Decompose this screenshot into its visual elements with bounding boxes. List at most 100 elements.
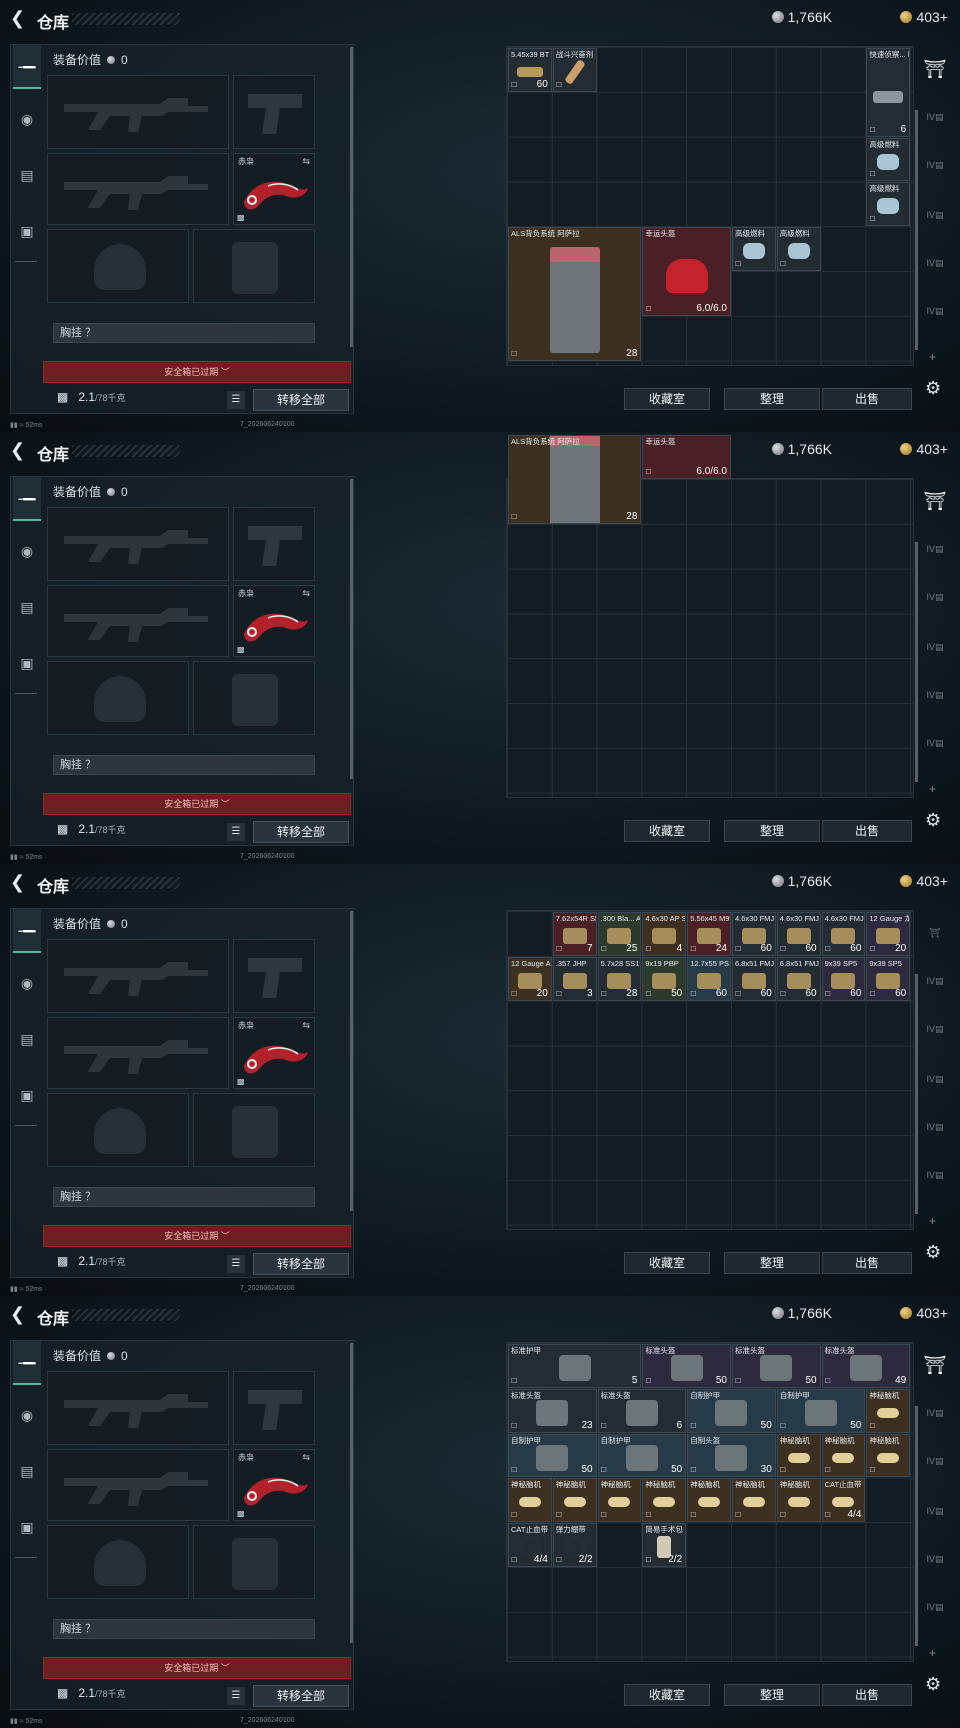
chest-rig-slot[interactable]: 胸挂 ？ (53, 755, 315, 775)
stash-item[interactable]: 5.45x39 BT 60 ☐ (508, 48, 552, 92)
transfer-all-button[interactable]: 转移全部 (253, 1253, 349, 1275)
stash-page-4[interactable]: IV▤ (922, 202, 948, 228)
organize-button[interactable]: 整理 (724, 1684, 820, 1706)
primary-weapon-slot[interactable] (47, 75, 229, 149)
organize-button[interactable]: 整理 (724, 1252, 820, 1274)
sell-button[interactable]: 出售 (822, 1252, 912, 1274)
stash-item[interactable]: 4.6x30 FMJ SX 60 ☐ (776, 912, 821, 956)
add-page-icon[interactable]: + (929, 1214, 936, 1228)
safebox-expired-banner[interactable]: 安全箱已过期 ﹀ (43, 1225, 351, 1247)
tab-helmet[interactable]: ◉ (13, 97, 41, 141)
tab-weapons[interactable]: ╼━ (13, 477, 41, 521)
melee-slot[interactable]: 赤枭 ⇆ ▩ (233, 153, 315, 225)
stash-item[interactable]: 6.8x51 FMJ 60 ☐ (732, 956, 776, 1001)
list-button[interactable]: ☰ (227, 1255, 245, 1273)
secondary-rifle-slot[interactable] (47, 585, 229, 657)
stash-page-4[interactable]: IV▤ (922, 634, 948, 660)
stash-item[interactable]: .357 JHP 3 ☐ (552, 956, 597, 1001)
transfer-all-button[interactable]: 转移全部 (253, 389, 349, 411)
transfer-all-button[interactable]: 转移全部 (253, 821, 349, 843)
stash-item[interactable]: 幸运头盔 6.0/6.0 ☐ (642, 435, 731, 479)
secondary-weapon-slot[interactable] (233, 507, 315, 581)
chest-rig-slot[interactable]: 胸挂 ？ (53, 323, 315, 343)
gold-currency[interactable]: 403+ (900, 1305, 948, 1321)
swap-icon[interactable]: ⇆ (302, 1452, 310, 1463)
stash-item[interactable]: 9x39 SP5 60 ☐ (866, 956, 911, 1001)
helmet-slot[interactable] (47, 661, 189, 735)
stash-item[interactable]: 12.7x55 PS12B 60 ☐ (687, 956, 731, 1001)
safebox-expired-banner[interactable]: 安全箱已过期 ﹀ (43, 1657, 351, 1679)
stash-item[interactable]: 5.56x45 M995 24 ☐ (687, 912, 731, 956)
stash-item[interactable]: 神秘脑机 ☐ (776, 1478, 821, 1523)
chest-rig-slot[interactable]: 胸挂 ？ (53, 1619, 315, 1639)
secondary-weapon-slot[interactable] (233, 939, 315, 1013)
sell-button[interactable]: 出售 (822, 820, 912, 842)
helmet-slot[interactable] (47, 1525, 189, 1599)
stash-page-6[interactable]: IV▤ (922, 1594, 948, 1620)
list-button[interactable]: ☰ (227, 1687, 245, 1705)
armor-slot[interactable] (193, 229, 315, 303)
stash-item[interactable]: 5.7x28 SS190 28 ☐ (597, 956, 642, 1001)
back-arrow-icon[interactable]: ❮ (10, 872, 25, 893)
tab-armor[interactable]: ▤ (13, 153, 41, 197)
stash-item[interactable]: 战斗兴奋剂 ☐ (552, 48, 597, 92)
tab-helmet[interactable]: ◉ (13, 529, 41, 573)
tab-armor[interactable]: ▤ (13, 1017, 41, 1061)
stash-item[interactable]: 自制护甲 50 ☐ (597, 1433, 687, 1478)
stash-page-2[interactable]: IV▤ (922, 104, 948, 130)
sell-button[interactable]: 出售 (822, 388, 912, 410)
stash-item[interactable]: 神秘脑机 ☐ (866, 1388, 911, 1433)
stash-item[interactable]: 标准护甲 5 ☐ (508, 1344, 642, 1388)
stash-item[interactable]: .300 Bla... AP 25 ☐ (597, 912, 642, 956)
stash-item[interactable]: 12 Gauge AP-20 20 ☐ (508, 956, 552, 1001)
swap-icon[interactable]: ⇆ (302, 588, 310, 599)
back-arrow-icon[interactable]: ❮ (10, 440, 25, 461)
tab-backpack[interactable]: ▣ (13, 1505, 41, 1549)
stash-item[interactable]: CAT止血带 4/4 ☐ (821, 1478, 866, 1523)
gold-currency[interactable]: 403+ (900, 873, 948, 889)
stash-page-5[interactable]: IV▤ (922, 682, 948, 708)
tab-weapons[interactable]: ╼━ (13, 1341, 41, 1385)
stash-page-3[interactable]: IV▤ (922, 584, 948, 610)
add-page-icon[interactable]: + (929, 1646, 936, 1660)
stash-icon[interactable]: ⛩ (922, 488, 948, 514)
collection-button[interactable]: 收藏室 (624, 388, 710, 410)
collection-button[interactable]: 收藏室 (624, 1252, 710, 1274)
tab-helmet[interactable]: ◉ (13, 961, 41, 1005)
tab-armor[interactable]: ▤ (13, 1449, 41, 1493)
gear-icon[interactable]: ⚙ (925, 1242, 941, 1263)
stash-item[interactable]: 神秘脑机 ☐ (552, 1478, 597, 1523)
stash-item[interactable]: 标准头盔 49 ☐ (821, 1344, 911, 1388)
helmet-slot[interactable] (47, 229, 189, 303)
tab-weapons[interactable]: ╼━ (13, 45, 41, 89)
armor-slot[interactable] (193, 1093, 315, 1167)
secondary-weapon-slot[interactable] (233, 75, 315, 149)
equipment-scrollbar[interactable] (350, 47, 353, 347)
stash-item[interactable]: 7.62x54R SNB 7 ☐ (552, 912, 597, 956)
stash-page-2[interactable]: IV▤ (922, 1400, 948, 1426)
stash-item[interactable]: 6.8x51 FMJ 60 ☐ (776, 956, 821, 1001)
gear-icon[interactable]: ⚙ (925, 1674, 941, 1695)
stash-scrollbar[interactable] (915, 1406, 918, 1646)
stash-item[interactable]: 自制护甲 50 ☐ (687, 1388, 776, 1433)
stash-item[interactable]: 神秘脑机 ☐ (642, 1478, 687, 1523)
swap-icon[interactable]: ⇆ (302, 1020, 310, 1031)
stash-item[interactable]: 神秘脑机 ☐ (821, 1433, 866, 1478)
stash-item[interactable]: 神秘脑机 ☐ (732, 1478, 776, 1523)
back-arrow-icon[interactable]: ❮ (10, 8, 25, 29)
collection-button[interactable]: 收藏室 (624, 820, 710, 842)
stash-item[interactable]: 12 Gauge 龙息弹 20 ☐ (866, 912, 911, 956)
stash-item[interactable]: 神秘脑机 ☐ (776, 1433, 821, 1478)
stash-page-5[interactable]: IV▤ (922, 1546, 948, 1572)
primary-weapon-slot[interactable] (47, 507, 229, 581)
stash-item[interactable]: ALS背负系统 阿萨拉 28 ☐ (508, 227, 642, 361)
stash-item[interactable]: 自制护甲 50 ☐ (776, 1388, 866, 1433)
swap-icon[interactable]: ⇆ (302, 156, 310, 167)
tab-armor[interactable]: ▤ (13, 585, 41, 629)
chest-rig-slot[interactable]: 胸挂 ？ (53, 1187, 315, 1207)
stash-page-4[interactable]: IV▤ (922, 1066, 948, 1092)
add-page-icon[interactable]: + (929, 350, 936, 364)
stash-page-4[interactable]: IV▤ (922, 1498, 948, 1524)
tab-backpack[interactable]: ▣ (13, 641, 41, 685)
stash-item[interactable]: ALS背负系统 阿萨拉 28 ☐ (508, 435, 642, 524)
